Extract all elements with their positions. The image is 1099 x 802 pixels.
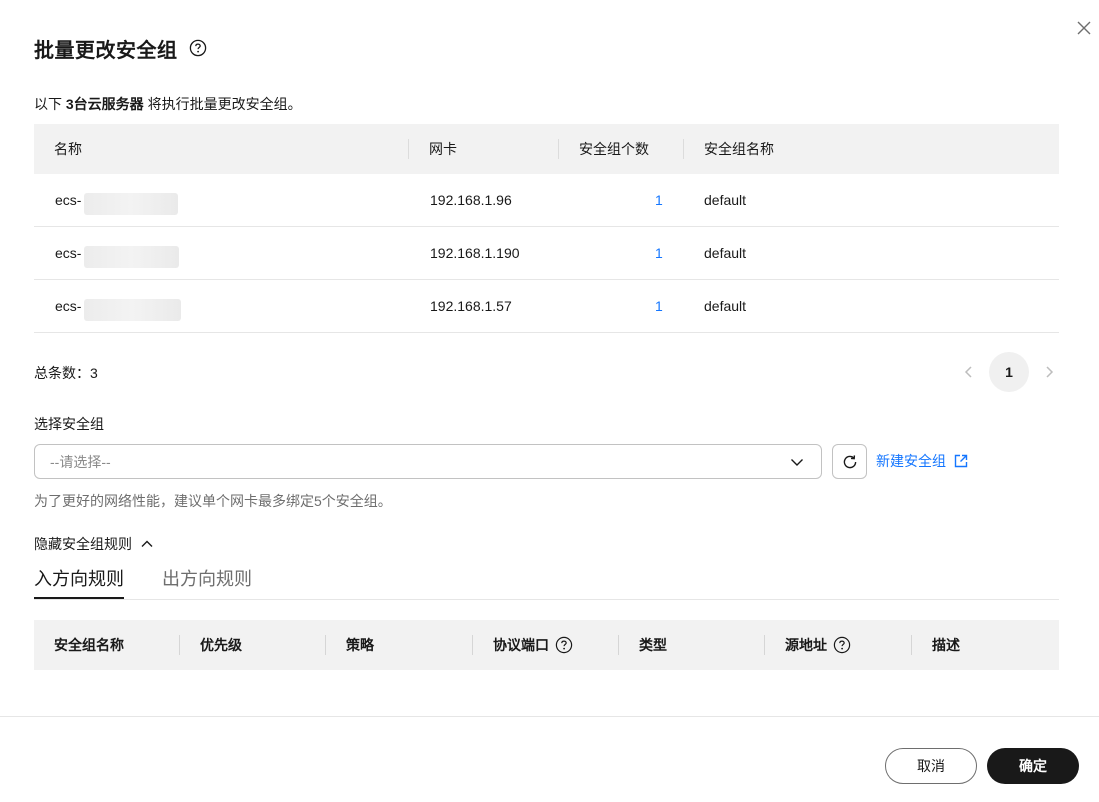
col-separator bbox=[325, 635, 326, 655]
table-row: ecs- 192.168.1.96 1 default bbox=[34, 174, 1059, 227]
intro-prefix: 以下 bbox=[34, 96, 62, 112]
server-sg-count[interactable]: 1 bbox=[655, 280, 663, 332]
server-table: 名称 网卡 安全组个数 安全组名称 ecs- 192.168.1.96 1 de… bbox=[34, 124, 1059, 333]
server-table-header: 名称 网卡 安全组个数 安全组名称 bbox=[34, 124, 1059, 174]
refresh-button[interactable] bbox=[832, 444, 867, 479]
server-nic: 192.168.1.190 bbox=[430, 245, 520, 261]
col-separator bbox=[179, 635, 180, 655]
col-name: 名称 bbox=[54, 141, 82, 157]
table-row: ecs- 192.168.1.190 1 default bbox=[34, 227, 1059, 280]
toggle-rules-button[interactable]: 隐藏安全组规则 bbox=[34, 534, 154, 554]
col-separator bbox=[408, 139, 409, 159]
batch-change-sg-dialog: 批量更改安全组 以下 3台云服务器 将执行批量更改安全组。 名称 网卡 安全组个… bbox=[0, 0, 1099, 802]
intro-suffix: 将执行批量更改安全组。 bbox=[147, 96, 302, 112]
col-protocol-port-label: 协议端口 bbox=[493, 637, 549, 653]
help-icon bbox=[555, 636, 573, 654]
col-sg-name: 安全组名称 bbox=[54, 637, 124, 653]
next-page-button[interactable] bbox=[1038, 352, 1060, 392]
security-group-select[interactable]: --请选择-- bbox=[34, 444, 822, 479]
col-type: 类型 bbox=[639, 637, 667, 653]
server-nic: 192.168.1.96 bbox=[430, 192, 512, 208]
col-source: 源地址 bbox=[785, 620, 851, 670]
nic-hint: 为了更好的网络性能，建议单个网卡最多绑定5个安全组。 bbox=[34, 493, 392, 509]
col-protocol-port: 协议端口 bbox=[493, 620, 573, 670]
prev-page-button[interactable] bbox=[958, 352, 980, 392]
chevron-left-icon bbox=[964, 366, 972, 378]
server-sg-name: default bbox=[704, 192, 747, 208]
server-nic: 192.168.1.57 bbox=[430, 298, 512, 314]
redacted-name bbox=[84, 246, 179, 268]
refresh-icon bbox=[843, 454, 856, 468]
col-separator bbox=[472, 635, 473, 655]
select-sg-label: 选择安全组 bbox=[34, 416, 104, 432]
table-row: ecs- 192.168.1.57 1 default bbox=[34, 280, 1059, 333]
intro-text: 以下 3台云服务器 将执行批量更改安全组。 bbox=[34, 94, 302, 114]
server-sg-name: default bbox=[704, 245, 747, 261]
rules-table-header: 安全组名称 优先级 策略 协议端口 类型 源地址 描述 bbox=[34, 620, 1059, 670]
chevron-up-icon bbox=[141, 540, 153, 547]
tab-outbound-rules[interactable]: 出方向规则 bbox=[162, 565, 252, 599]
col-sg-name: 安全组名称 bbox=[704, 141, 774, 157]
server-sg-name: default bbox=[704, 298, 747, 314]
help-icon[interactable] bbox=[189, 39, 207, 57]
tab-inbound-rules[interactable]: 入方向规则 bbox=[34, 565, 124, 599]
server-name: ecs- bbox=[55, 298, 82, 314]
col-description: 描述 bbox=[932, 637, 960, 653]
pagination: 1 bbox=[958, 352, 1060, 392]
redacted-name bbox=[84, 193, 178, 215]
dialog-title: 批量更改安全组 bbox=[34, 39, 178, 62]
create-sg-link[interactable]: 新建安全组 bbox=[876, 451, 969, 471]
confirm-button[interactable]: 确定 bbox=[987, 748, 1079, 784]
redacted-name bbox=[84, 299, 181, 321]
external-link-icon bbox=[954, 454, 968, 468]
col-separator bbox=[558, 139, 559, 159]
dialog-header: 批量更改安全组 bbox=[34, 34, 207, 62]
dialog-footer: 取消 确定 bbox=[0, 716, 1099, 802]
chevron-down-icon bbox=[790, 455, 804, 472]
col-source-label: 源地址 bbox=[785, 637, 827, 653]
total-count: 总条数：3 bbox=[34, 365, 98, 381]
col-priority: 优先级 bbox=[200, 637, 242, 653]
server-sg-count[interactable]: 1 bbox=[655, 227, 663, 279]
intro-server-count: 3台云服务器 bbox=[65, 96, 144, 112]
server-name: ecs- bbox=[55, 192, 82, 208]
select-placeholder: --请选择-- bbox=[50, 453, 111, 470]
close-icon[interactable] bbox=[1074, 18, 1094, 38]
server-sg-count[interactable]: 1 bbox=[655, 174, 663, 226]
rule-tabs: 入方向规则 出方向规则 bbox=[34, 560, 1059, 600]
page-number-current[interactable]: 1 bbox=[989, 352, 1029, 392]
col-sg-count: 安全组个数 bbox=[579, 141, 649, 157]
col-separator bbox=[911, 635, 912, 655]
server-name: ecs- bbox=[55, 245, 82, 261]
col-nic: 网卡 bbox=[429, 141, 457, 157]
toggle-rules-label: 隐藏安全组规则 bbox=[34, 536, 132, 552]
col-separator bbox=[683, 139, 684, 159]
col-policy: 策略 bbox=[346, 637, 374, 653]
create-sg-label: 新建安全组 bbox=[876, 453, 946, 469]
col-separator bbox=[764, 635, 765, 655]
chevron-right-icon bbox=[1046, 366, 1054, 378]
cancel-button[interactable]: 取消 bbox=[885, 748, 977, 784]
help-icon bbox=[833, 636, 851, 654]
col-separator bbox=[618, 635, 619, 655]
